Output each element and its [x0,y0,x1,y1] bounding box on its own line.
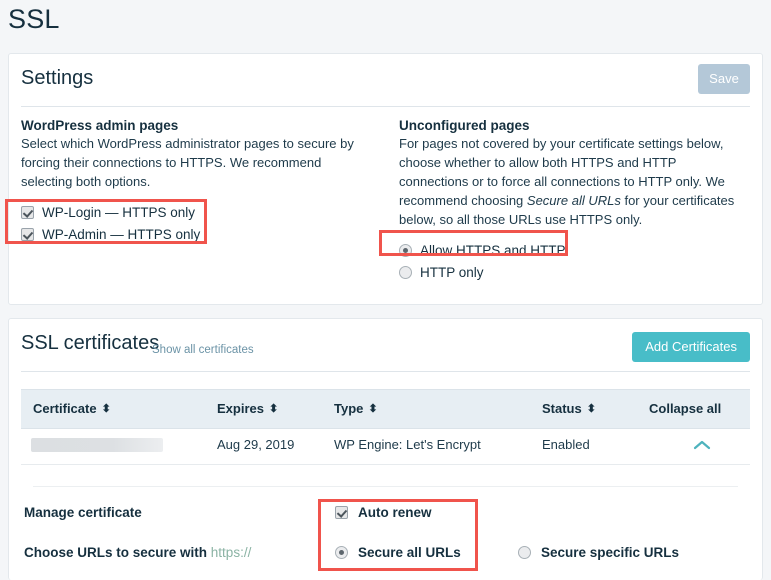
page-title: SSL [8,2,60,36]
column-header-certificate-label: Certificate [33,401,97,416]
unconfigured-text-emphasis: Secure all URLs [527,193,621,208]
radio-allow-https-and-http-dot[interactable] [399,244,412,257]
wordpress-admin-pages-heading: WordPress admin pages [21,118,369,133]
radio-secure-all-urls-label: Secure all URLs [358,545,461,560]
checkbox-wp-admin-box[interactable] [21,228,34,241]
certificates-title: SSL certificates [21,332,159,355]
checkbox-wp-login[interactable]: WP-Login — HTTPS only [21,201,369,223]
sort-icon-type[interactable]: ⬍ [368,404,377,415]
radio-allow-https-and-http-label: Allow HTTPS and HTTP [420,243,566,258]
unconfigured-pages-heading: Unconfigured pages [399,118,747,133]
choose-urls-text: Choose URLs to secure with [24,545,207,560]
column-header-type[interactable]: Type ⬍ [334,401,378,416]
https-prefix-text: https:// [211,545,252,560]
checkbox-auto-renew[interactable]: Auto renew [335,505,432,520]
column-header-type-label: Type [334,401,363,416]
certificate-name-redacted [31,438,163,452]
manage-section-divider [33,486,738,487]
ssl-certificates-card: SSL certificates Show all certificates A… [8,318,763,580]
column-header-expires-label: Expires [217,401,264,416]
wordpress-admin-pages-section: WordPress admin pages Select which WordP… [21,118,369,245]
column-header-status[interactable]: Status ⬍ [542,401,596,416]
sort-icon-certificate[interactable]: ⬍ [102,404,111,415]
certificates-divider [21,371,750,372]
column-header-status-label: Status [542,401,582,416]
unconfigured-pages-description: For pages not covered by your certificat… [399,134,747,229]
radio-secure-specific-urls-label: Secure specific URLs [541,545,679,560]
checkbox-auto-renew-label: Auto renew [358,505,432,520]
settings-card-header: Settings Save [9,54,762,106]
column-header-expires[interactable]: Expires ⬍ [217,401,278,416]
radio-secure-all-urls-dot[interactable] [335,546,348,559]
cell-type: WP Engine: Let's Encrypt [334,437,481,452]
checkbox-wp-admin[interactable]: WP-Admin — HTTPS only [21,223,369,245]
wordpress-admin-options: WP-Login — HTTPS only WP-Admin — HTTPS o… [21,201,369,245]
radio-http-only-dot[interactable] [399,266,412,279]
cell-status: Enabled [542,437,590,452]
save-button[interactable]: Save [698,64,750,94]
checkbox-wp-login-box[interactable] [21,206,34,219]
radio-allow-https-and-http[interactable]: Allow HTTPS and HTTP [399,239,747,261]
radio-secure-all-urls[interactable]: Secure all URLs [335,545,461,560]
settings-card: Settings Save WordPress admin pages Sele… [8,53,763,305]
settings-title: Settings [21,67,93,90]
radio-http-only-label: HTTP only [420,265,484,280]
checkbox-auto-renew-box[interactable] [335,506,348,519]
unconfigured-pages-options: Allow HTTPS and HTTP HTTP only [399,239,747,283]
certificates-table-header: Certificate ⬍ Expires ⬍ Type ⬍ Status ⬍ Coll… [21,389,750,429]
unconfigured-pages-section: Unconfigured pages For pages not covered… [399,118,747,283]
sort-icon-expires[interactable]: ⬍ [269,404,278,415]
show-all-certificates-link[interactable]: Show all certificates [152,344,254,356]
checkbox-wp-login-label: WP-Login — HTTPS only [42,205,195,220]
add-certificates-button[interactable]: Add Certificates [632,332,750,362]
cell-expires: Aug 29, 2019 [217,437,294,452]
manage-certificate-label: Manage certificate [24,505,142,520]
radio-http-only[interactable]: HTTP only [399,261,747,283]
settings-divider [21,106,750,107]
certificates-card-header: SSL certificates Show all certificates A… [9,319,762,371]
radio-secure-specific-urls[interactable]: Secure specific URLs [518,545,679,560]
column-header-collapse-all[interactable]: Collapse all [649,401,721,416]
radio-secure-specific-urls-dot[interactable] [518,546,531,559]
checkbox-wp-admin-label: WP-Admin — HTTPS only [42,227,200,242]
table-row: Aug 29, 2019 WP Engine: Let's Encrypt En… [21,427,750,465]
chevron-up-icon[interactable] [691,437,713,453]
wordpress-admin-pages-description: Select which WordPress administrator pag… [21,134,369,191]
column-header-certificate[interactable]: Certificate ⬍ [33,401,111,416]
sort-icon-status[interactable]: ⬍ [587,404,596,415]
choose-urls-label: Choose URLs to secure with https:// [24,545,251,560]
